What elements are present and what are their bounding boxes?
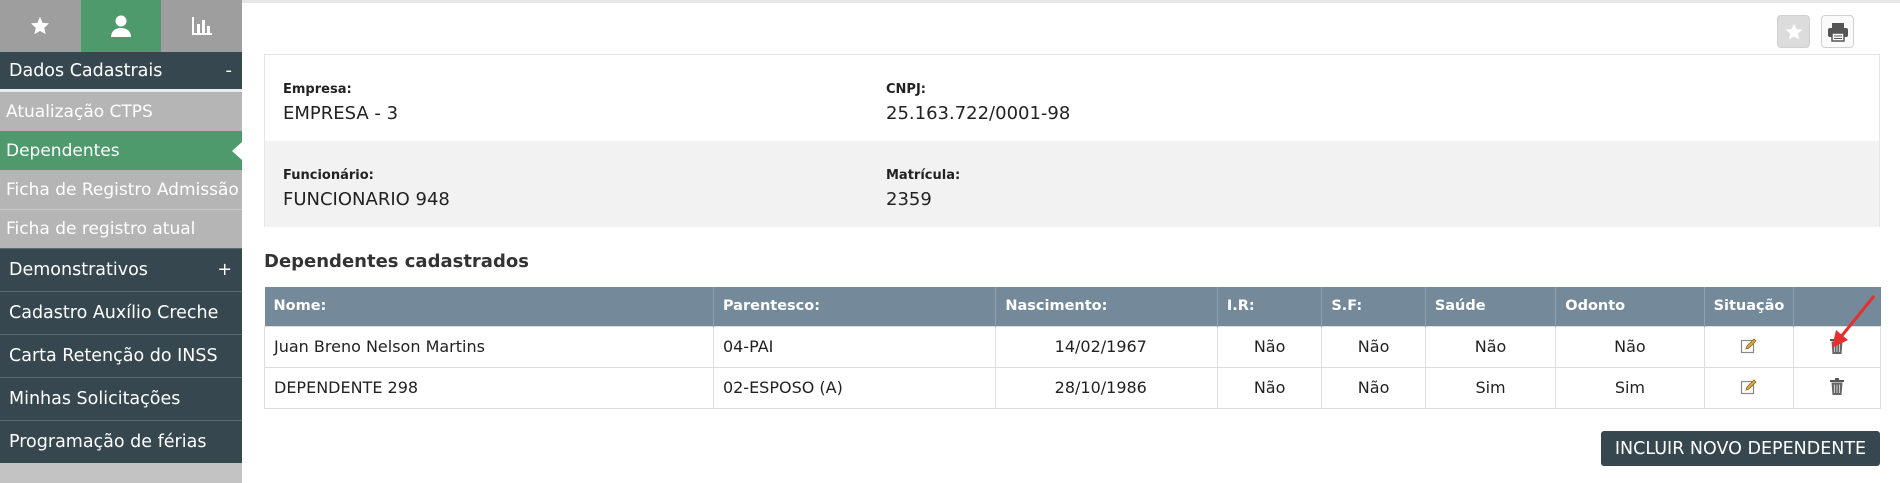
cell-saude: Sim [1424, 366, 1557, 409]
funcionario-field: Funcionário: FUNCIONARIO 948 [283, 168, 450, 210]
menu-label: Cadastro Auxílio Creche [9, 303, 219, 323]
cell-sf: Não [1321, 325, 1426, 368]
expand-icon: + [217, 260, 232, 280]
cell-ir: Não [1216, 325, 1323, 368]
cell-nascimento: 14/02/1967 [995, 325, 1218, 368]
menu-demonstrativos[interactable]: Demonstrativos + [0, 248, 242, 291]
matricula-label: Matrícula: [886, 168, 961, 183]
menu-dados-cadastrais[interactable]: Dados Cadastrais - [0, 52, 242, 92]
menu-programacao-ferias[interactable]: Programação de férias [0, 420, 242, 463]
user-icon [110, 15, 131, 37]
print-button[interactable] [1821, 15, 1854, 48]
col-header-odonto: Odonto [1555, 287, 1705, 326]
funcionario-label: Funcionário: [283, 168, 374, 183]
col-header-nome: Nome: [264, 287, 714, 326]
col-header-situacao: Situação [1704, 287, 1795, 326]
cell-edit [1703, 366, 1795, 409]
cell-odonto: Não [1555, 325, 1705, 368]
cell-edit [1703, 325, 1795, 368]
cell-ir: Não [1216, 366, 1323, 409]
sidebar-item-label: Ficha de registro atual [6, 219, 196, 239]
menu-minhas-solicitacoes[interactable]: Minhas Solicitações [0, 377, 242, 420]
empresa-field: Empresa: EMPRESA - 3 [283, 82, 398, 124]
cell-nome: DEPENDENTE 298 [264, 366, 714, 409]
cell-saude: Não [1424, 325, 1557, 368]
menu-cadastro-auxilio-creche[interactable]: Cadastro Auxílio Creche [0, 291, 242, 334]
sidebar-tabs [0, 0, 242, 52]
tab-profile[interactable] [80, 0, 162, 52]
annotation-arrow-icon [1832, 295, 1876, 348]
empresa-label: Empresa: [283, 82, 352, 97]
edit-icon[interactable] [1738, 376, 1760, 398]
section-title: Dependentes cadastrados [264, 251, 529, 272]
cell-nascimento: 28/10/1986 [995, 366, 1218, 409]
col-header-sf: S.F: [1321, 287, 1426, 326]
menu-label: Carta Retenção do INSS [9, 346, 218, 366]
col-header-nascimento: Nascimento: [995, 287, 1218, 326]
col-header-parentesco: Parentesco: [713, 287, 997, 326]
top-border [0, 0, 1900, 3]
menu-label: Minhas Solicitações [9, 389, 181, 409]
cell-delete [1793, 366, 1881, 409]
cell-odonto: Sim [1555, 366, 1705, 409]
empresa-value: EMPRESA - 3 [283, 103, 399, 124]
col-header-ir: I.R: [1217, 287, 1323, 326]
bar-chart-icon [191, 17, 212, 35]
matricula-field: Matrícula: 2359 [886, 168, 960, 210]
cnpj-value: 25.163.722/0001-98 [886, 103, 1071, 124]
dependents-table: Nome: Parentesco: Nascimento: I.R: S.F: … [264, 287, 1881, 409]
cell-parentesco: 04-PAI [712, 325, 997, 368]
add-dependent-button[interactable]: INCLUIR NOVO DEPENDENTE [1601, 431, 1880, 466]
cell-sf: Não [1321, 366, 1426, 409]
sidebar-item-dependentes[interactable]: Dependentes [0, 131, 242, 170]
printer-icon [1827, 22, 1848, 42]
menu-label: Programação de férias [9, 432, 207, 452]
sidebar-item-ficha-admissao[interactable]: Ficha de Registro Admissão [0, 170, 242, 209]
employee-info-panel: Empresa: EMPRESA - 3 CNPJ: 25.163.722/00… [264, 54, 1880, 227]
menu-label: Dados Cadastrais [9, 60, 163, 81]
sidebar-item-label: Atualização CTPS [6, 101, 153, 122]
star-icon [31, 16, 50, 35]
sidebar-item-ficha-atual[interactable]: Ficha de registro atual [0, 209, 242, 248]
table-row: DEPENDENTE 298 02-ESPOSO (A) 28/10/1986 … [264, 366, 1881, 409]
tab-favorites[interactable] [0, 0, 81, 52]
col-header-saude: Saúde [1425, 287, 1557, 326]
menu-carta-retencao-inss[interactable]: Carta Retenção do INSS [0, 334, 242, 377]
info-row: Funcionário: FUNCIONARIO 948 Matrícula: … [265, 141, 1879, 227]
sidebar-item-label: Ficha de Registro Admissão [6, 179, 239, 200]
cell-nome: Juan Breno Nelson Martins [264, 325, 714, 368]
cell-parentesco: 02-ESPOSO (A) [712, 366, 997, 409]
info-row: Empresa: EMPRESA - 3 CNPJ: 25.163.722/00… [265, 55, 1879, 141]
menu-label: Demonstrativos [9, 260, 148, 280]
cnpj-label: CNPJ: [886, 82, 926, 97]
cnpj-field: CNPJ: 25.163.722/0001-98 [886, 82, 1070, 124]
star-icon [1785, 23, 1802, 39]
collapse-icon: - [225, 60, 233, 81]
sidebar-item-label: Dependentes [6, 140, 120, 161]
funcionario-value: FUNCIONARIO 948 [283, 189, 450, 210]
table-header-row: Nome: Parentesco: Nascimento: I.R: S.F: … [264, 287, 1881, 326]
trash-icon[interactable] [1826, 375, 1848, 397]
sidebar: Dados Cadastrais - Atualização CTPS Depe… [0, 0, 242, 483]
tab-reports[interactable] [161, 0, 242, 52]
favorite-button[interactable] [1777, 15, 1810, 48]
edit-icon[interactable] [1738, 335, 1760, 357]
sidebar-item-atualizacao-ctps[interactable]: Atualização CTPS [0, 92, 242, 131]
table-row: Juan Breno Nelson Martins 04-PAI 14/02/1… [264, 325, 1881, 368]
matricula-value: 2359 [886, 189, 932, 210]
